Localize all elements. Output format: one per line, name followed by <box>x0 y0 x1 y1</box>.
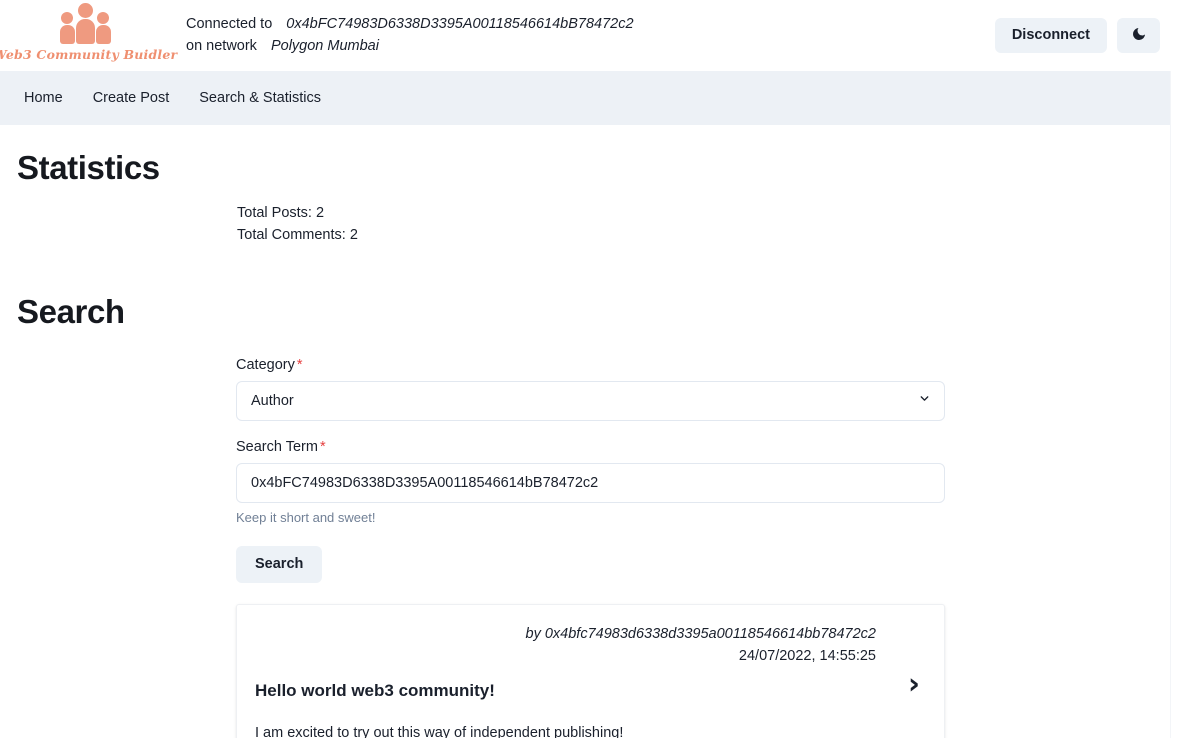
result-body: I am excited to try out this way of inde… <box>255 724 624 738</box>
connected-row: Connected to 0x4bFC74983D6338D3395A00118… <box>186 14 634 36</box>
search-result-card[interactable]: by 0x4bfc74983d6338d3395a00118546614bb78… <box>236 603 945 738</box>
search-term-required-marker: * <box>319 439 326 456</box>
community-people-icon <box>59 2 111 44</box>
search-term-input[interactable] <box>236 463 945 504</box>
search-submit-button[interactable]: Search <box>236 546 323 583</box>
app-logo[interactable]: Web3 Community Buidler <box>0 2 177 65</box>
statistics-block: Total Posts: 2 Total Comments: 2 <box>237 202 1178 246</box>
category-required-marker: * <box>296 357 303 374</box>
search-form: Category* Author Search Term* Keep it sh… <box>236 357 945 738</box>
total-posts-value: Total Posts: 2 <box>237 204 325 221</box>
nav-item-create-post[interactable]: Create Post <box>91 86 172 110</box>
search-term-label: Search Term * <box>236 439 945 455</box>
nav-item-home[interactable]: Home <box>22 86 65 110</box>
scrollbar-gutter[interactable] <box>1170 71 1178 738</box>
connection-info: Connected to 0x4bFC74983D6338D3395A00118… <box>186 14 634 57</box>
category-label-text: Category <box>236 357 295 374</box>
connected-address: 0x4bFC74983D6338D3395A00118546614bB78472… <box>286 16 634 32</box>
result-author: by 0x4bfc74983d6338d3395a00118546614bb78… <box>525 625 877 642</box>
search-term-field: Search Term* Keep it short and sweet! <box>236 439 945 525</box>
header-actions: Disconnect <box>994 18 1160 53</box>
moon-icon <box>1131 26 1147 45</box>
category-label: Category * <box>236 357 945 373</box>
search-title: Search <box>17 292 125 330</box>
main-content: Statistics Total Posts: 2 Total Comments… <box>0 148 1178 738</box>
network-row: on network Polygon Mumbai <box>186 36 634 58</box>
dark-mode-toggle[interactable] <box>1117 18 1160 53</box>
result-meta: by 0x4bfc74983d6338d3395a00118546614bb78… <box>255 623 924 667</box>
network-value: Polygon Mumbai <box>270 37 379 54</box>
nav-item-search-statistics[interactable]: Search & Statistics <box>197 86 323 110</box>
search-term-helper-text: Keep it short and sweet! <box>236 510 376 526</box>
category-select[interactable]: Author <box>236 381 945 422</box>
connected-label: Connected to <box>186 16 273 32</box>
category-select-wrapper: Author <box>236 381 945 422</box>
app-header: Web3 Community Buidler Connected to 0x4b… <box>0 0 1178 71</box>
search-term-label-text: Search Term <box>236 439 318 456</box>
result-title: Hello world web3 community! <box>255 680 495 700</box>
main-navigation: Home Create Post Search & Statistics <box>0 71 1170 125</box>
network-label: on network <box>186 37 257 54</box>
statistics-title: Statistics <box>17 149 160 186</box>
category-field: Category * Author <box>236 357 945 422</box>
logo-text: Web3 Community Buidler <box>0 46 178 62</box>
result-date: 24/07/2022, 14:55:25 <box>738 647 876 664</box>
total-comments-value: Total Comments: 2 <box>237 226 358 243</box>
chevron-right-icon[interactable]: › <box>908 669 920 698</box>
disconnect-button[interactable]: Disconnect <box>994 18 1107 53</box>
